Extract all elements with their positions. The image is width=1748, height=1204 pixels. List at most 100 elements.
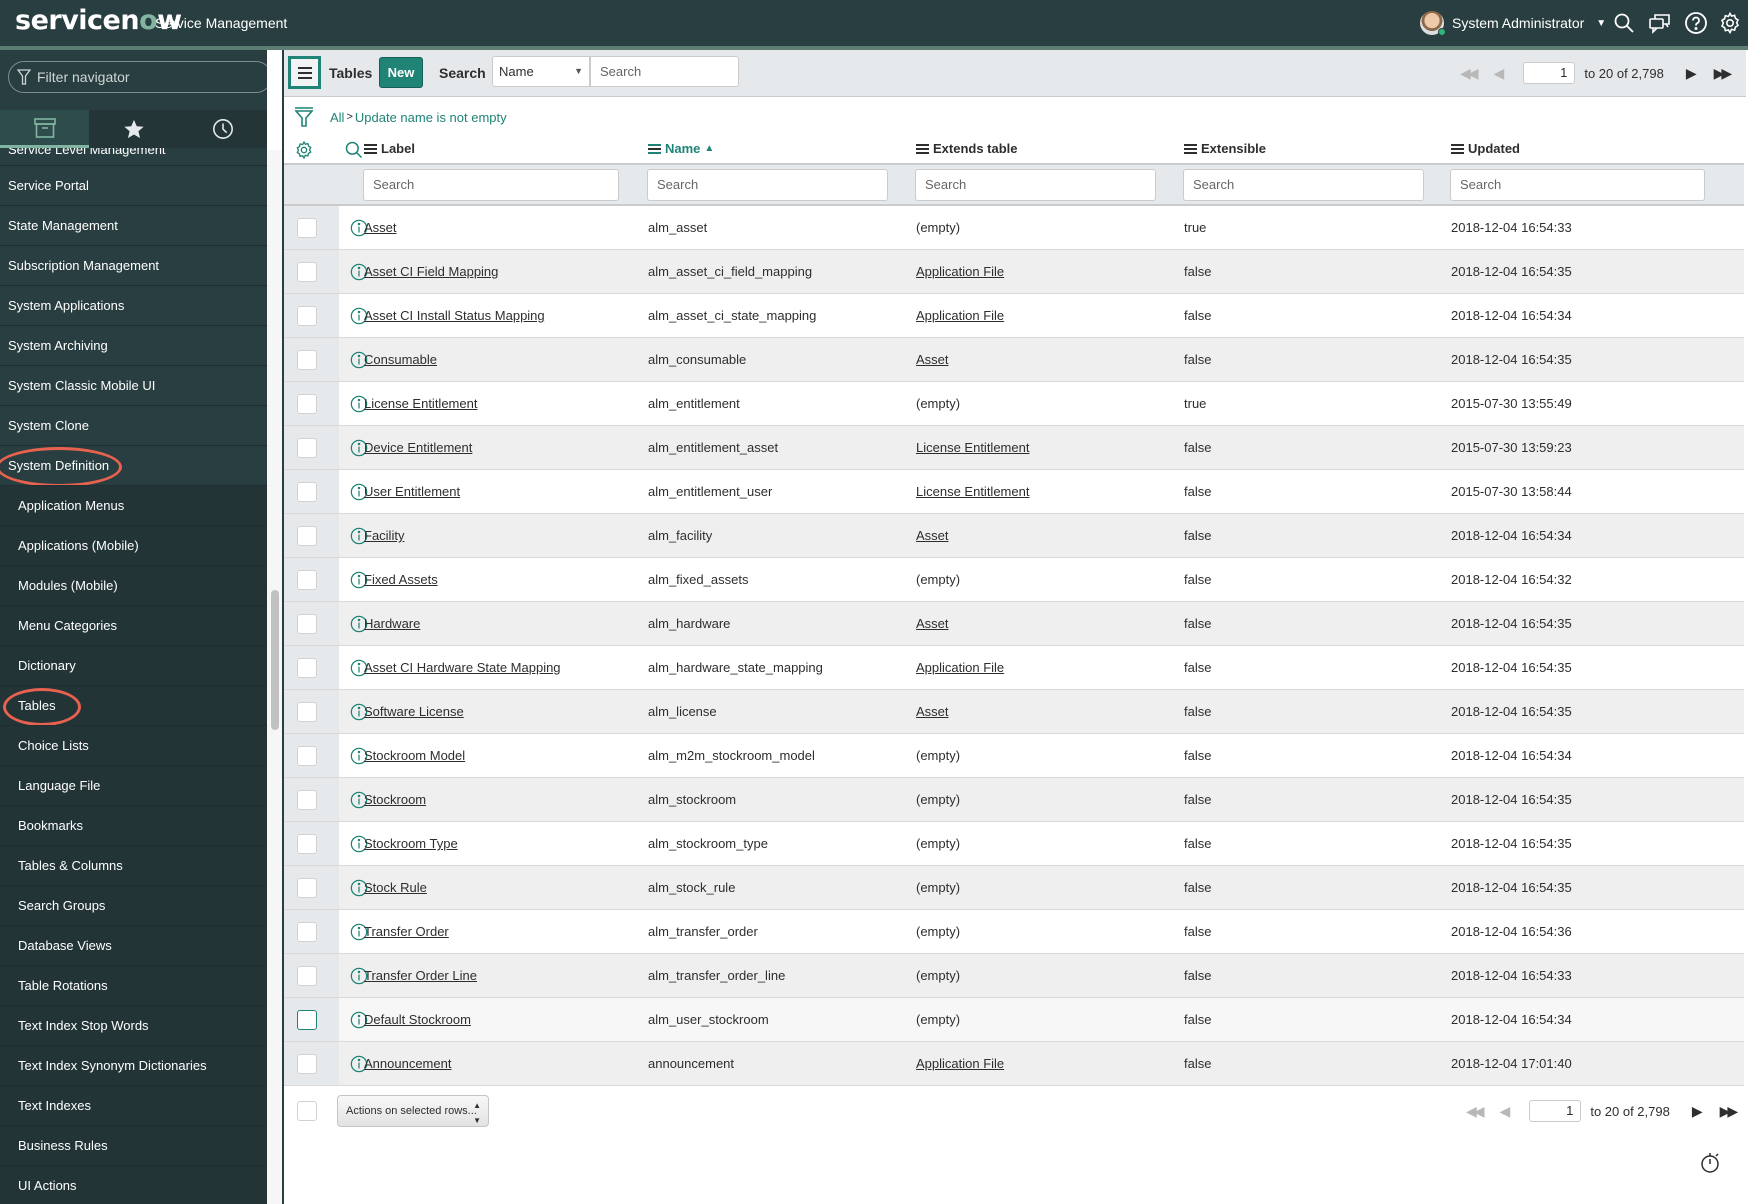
table-row[interactable]: Default Stockroom alm_user_stockroom (empt…: [284, 998, 1744, 1042]
column-search-input-updated[interactable]: Search: [1450, 169, 1705, 201]
cell-label-link[interactable]: User Entitlement: [364, 470, 460, 513]
sidebar-item-dictionary[interactable]: Dictionary: [0, 646, 267, 686]
column-menu-icon[interactable]: [364, 144, 377, 154]
sidebar-item-subscription-management[interactable]: Subscription Management: [0, 246, 267, 286]
new-button[interactable]: New: [379, 57, 423, 88]
cell-label-link[interactable]: Announcement: [364, 1042, 451, 1085]
column-menu-icon[interactable]: [648, 144, 661, 154]
response-time-stopwatch-icon[interactable]: [1699, 1150, 1721, 1174]
first-page-icon[interactable]: ◀◀: [1460, 65, 1478, 82]
row-checkbox[interactable]: [297, 1054, 317, 1074]
sidebar-item-search-groups[interactable]: Search Groups: [0, 886, 267, 926]
cell-extends-table-link[interactable]: License Entitlement: [916, 470, 1029, 513]
gear-icon[interactable]: [1718, 11, 1742, 35]
cell-label-link[interactable]: Stock Rule: [364, 866, 427, 909]
page-number-input[interactable]: 1: [1529, 1100, 1582, 1122]
cell-label-link[interactable]: Transfer Order: [364, 910, 449, 953]
chat-icon[interactable]: [1648, 11, 1672, 35]
list-context-menu-button[interactable]: [288, 56, 321, 89]
row-checkbox[interactable]: [297, 966, 317, 986]
column-header-extends-table[interactable]: Extends table: [916, 133, 1018, 165]
cell-extends-table-link[interactable]: Asset: [916, 514, 949, 557]
table-row[interactable]: Stock Rule alm_stock_rule (empty) false 2018…: [284, 866, 1744, 910]
actions-on-selected-rows-select[interactable]: Actions on selected rows... ▲ ▼: [337, 1095, 489, 1127]
cell-label-link[interactable]: Asset: [364, 206, 397, 249]
tab-all-applications[interactable]: [0, 110, 89, 148]
cell-extends-table-link[interactable]: Asset: [916, 602, 949, 645]
table-row[interactable]: Software License alm_license Asset false 201…: [284, 690, 1744, 734]
search-icon[interactable]: [1612, 11, 1636, 35]
sidebar-item-modules-mobile[interactable]: Modules (Mobile): [0, 566, 267, 606]
table-row[interactable]: Asset alm_asset (empty) true 2018-12-04 16:5…: [284, 206, 1744, 250]
sidebar-item-text-indexes[interactable]: Text Indexes: [0, 1086, 267, 1126]
tab-favorites[interactable]: [89, 110, 178, 148]
cell-label-link[interactable]: Consumable: [364, 338, 437, 381]
sidebar-item-choice-lists[interactable]: Choice Lists: [0, 726, 267, 766]
row-checkbox[interactable]: [297, 570, 317, 590]
sidebar-item-text-index-stop-words[interactable]: Text Index Stop Words: [0, 1006, 267, 1046]
row-checkbox[interactable]: [297, 482, 317, 502]
cell-label-link[interactable]: Default Stockroom: [364, 998, 471, 1041]
cell-label-link[interactable]: Fixed Assets: [364, 558, 438, 601]
user-menu[interactable]: System Administrator ▼: [1420, 11, 1606, 36]
sidebar-item-service-portal[interactable]: Service Portal: [0, 166, 267, 206]
cell-label-link[interactable]: License Entitlement: [364, 382, 477, 425]
column-header-label[interactable]: Label: [364, 133, 415, 165]
table-row[interactable]: Stockroom alm_stockroom (empty) false 2018-1…: [284, 778, 1744, 822]
last-page-icon[interactable]: ▶▶: [1720, 1103, 1738, 1120]
table-row[interactable]: Stockroom Type alm_stockroom_type (empty) f…: [284, 822, 1744, 866]
column-menu-icon[interactable]: [1451, 144, 1464, 154]
next-page-icon[interactable]: ▶: [1686, 65, 1697, 82]
column-menu-icon[interactable]: [916, 144, 929, 154]
row-checkbox[interactable]: [297, 526, 317, 546]
help-icon[interactable]: [1684, 11, 1708, 35]
sidebar-item-state-management[interactable]: State Management: [0, 206, 267, 246]
sidebar-item-text-index-synonym-dictionaries[interactable]: Text Index Synonym Dictionaries: [0, 1046, 267, 1086]
cell-label-link[interactable]: Facility: [364, 514, 404, 557]
cell-extends-table-link[interactable]: Application File: [916, 294, 1004, 337]
table-row[interactable]: License Entitlement alm_entitlement (empty…: [284, 382, 1744, 426]
table-row[interactable]: User Entitlement alm_entitlement_user Lice…: [284, 470, 1744, 514]
cell-label-link[interactable]: Stockroom: [364, 778, 426, 821]
cell-label-link[interactable]: Asset CI Hardware State Mapping: [364, 646, 561, 689]
sidebar-item-ui-actions[interactable]: UI Actions: [0, 1166, 267, 1204]
table-row[interactable]: Consumable alm_consumable Asset false 2018-1…: [284, 338, 1744, 382]
sidebar-item-tables-columns[interactable]: Tables & Columns: [0, 846, 267, 886]
column-menu-icon[interactable]: [1184, 144, 1197, 154]
row-checkbox[interactable]: [297, 262, 317, 282]
column-search-input-label[interactable]: Search: [363, 169, 619, 201]
cell-extends-table-link[interactable]: License Entitlement: [916, 426, 1029, 469]
row-checkbox[interactable]: [297, 350, 317, 370]
row-checkbox[interactable]: [297, 218, 317, 238]
column-header-name[interactable]: Name ▲: [648, 133, 714, 165]
row-checkbox[interactable]: [297, 1010, 317, 1030]
scrollbar-thumb[interactable]: [271, 590, 279, 730]
column-search-input-extensible[interactable]: Search: [1183, 169, 1424, 201]
table-row[interactable]: Facility alm_facility Asset false 2018-12-04…: [284, 514, 1744, 558]
cell-label-link[interactable]: Asset CI Field Mapping: [364, 250, 498, 293]
column-search-icon[interactable]: [344, 140, 364, 160]
sidebar-item-system-classic-mobile-ui[interactable]: System Classic Mobile UI: [0, 366, 267, 406]
last-page-icon[interactable]: ▶▶: [1714, 65, 1732, 82]
sidebar-item-business-rules[interactable]: Business Rules: [0, 1126, 267, 1166]
sidebar-item-language-file[interactable]: Language File: [0, 766, 267, 806]
cell-extends-table-link[interactable]: Application File: [916, 1042, 1004, 1085]
column-header-extensible[interactable]: Extensible: [1184, 133, 1266, 165]
cell-label-link[interactable]: Device Entitlement: [364, 426, 472, 469]
row-checkbox[interactable]: [297, 878, 317, 898]
row-checkbox[interactable]: [297, 702, 317, 722]
previous-page-icon[interactable]: ◀: [1500, 1103, 1511, 1120]
sidebar-item-bookmarks[interactable]: Bookmarks: [0, 806, 267, 846]
row-checkbox[interactable]: [297, 438, 317, 458]
cell-label-link[interactable]: Transfer Order Line: [364, 954, 477, 997]
cell-label-link[interactable]: Hardware: [364, 602, 420, 645]
search-field-select[interactable]: Name ▼: [492, 56, 590, 87]
table-row[interactable]: Fixed Assets alm_fixed_assets (empty) false…: [284, 558, 1744, 602]
cell-label-link[interactable]: Software License: [364, 690, 464, 733]
sidebar-item-system-applications[interactable]: System Applications: [0, 286, 267, 326]
sidebar-item-system-definition[interactable]: System Definition: [0, 446, 267, 486]
row-checkbox[interactable]: [297, 394, 317, 414]
table-row[interactable]: Device Entitlement alm_entitlement_asset L…: [284, 426, 1744, 470]
sidebar-item-table-rotations[interactable]: Table Rotations: [0, 966, 267, 1006]
column-search-input-extends-table[interactable]: Search: [915, 169, 1156, 201]
